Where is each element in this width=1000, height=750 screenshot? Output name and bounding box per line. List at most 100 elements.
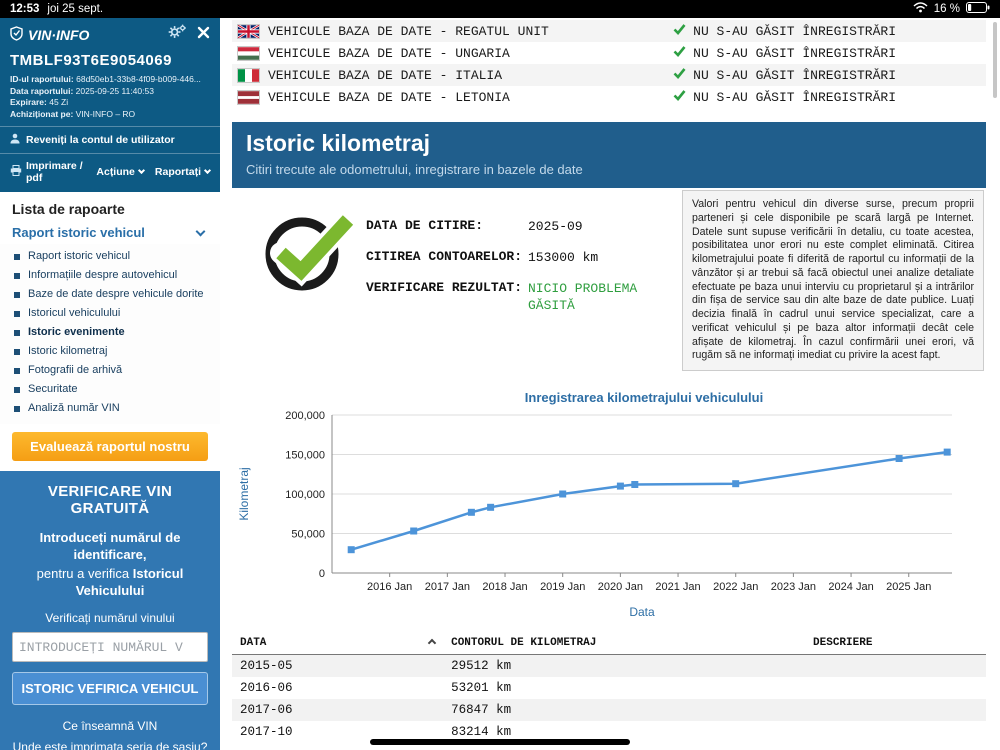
column-header-km[interactable]: CONTORUL DE KILOMETRAJ (443, 632, 806, 655)
vin-search-input[interactable] (12, 632, 208, 662)
where-is-vin-link[interactable]: Unde este imprimata seria de șasiu? (12, 740, 208, 750)
back-to-account-link[interactable]: Reveniți la contul de utilizator (10, 133, 210, 147)
screen: 12:53 joi 25 sept. 16 % VIN·INFO TMBLF93… (0, 0, 1000, 750)
nav-item-label: Fotografii de arhivă (28, 364, 123, 376)
db-check-label: VEHICULE BAZA DE DATE - UNGARIA (268, 45, 510, 61)
column-header-desc[interactable]: DESCRIERE (805, 632, 986, 655)
db-check-result: NU S-AU GĂSIT ÎNREGISTRĂRI (693, 23, 896, 39)
vin-number: TMBLF93T6E9054069 (10, 52, 172, 69)
sidebar: VIN·INFO TMBLF93T6E9054069 ID-ul raportu… (0, 18, 220, 750)
meta-value: 68d50eb1-33b8-4f09-b009-446... (76, 74, 201, 84)
report-meta-row: Expirare: 45 Zi (10, 97, 210, 109)
home-indicator[interactable] (370, 739, 630, 745)
mileage-chart: 0 50,000 100,000 150,000 200,000 2016 Jan 2017… (237, 410, 952, 619)
battery-icon (966, 2, 990, 16)
cell-desc (805, 699, 986, 721)
sidebar-nav-item[interactable]: Informațiile despre autovehicul (0, 266, 220, 285)
cell-desc (805, 677, 986, 699)
table-header-row: DATA CONTORUL DE KILOMETRAJ DESCRIERE (232, 632, 986, 655)
db-check-result: NU S-AU GĂSIT ÎNREGISTRĂRI (693, 67, 896, 83)
disclaimer-box: Valori pentru vehicul din diverse surse,… (682, 190, 984, 372)
svg-text:2020 Jan: 2020 Jan (598, 581, 643, 593)
promo-line1: Introduceți numărul de identificare, (39, 530, 181, 562)
sidebar-nav-item[interactable]: Baze de date despre vehicule dorite (0, 285, 220, 304)
scrollbar[interactable] (993, 22, 997, 98)
report-meta-row: Data raportului: 2025-09-25 11:40:53 (10, 86, 210, 98)
db-check-row: VEHICULE BAZA DE DATE - REGATUL UNIT NU … (232, 20, 986, 42)
svg-text:2024 Jan: 2024 Jan (828, 581, 873, 593)
cell-desc (805, 655, 986, 678)
db-check-label: VEHICULE BAZA DE DATE - REGATUL UNIT (268, 23, 549, 39)
bullet-icon (14, 253, 20, 260)
db-check-result: NU S-AU GĂSIT ÎNREGISTRĂRI (693, 45, 896, 61)
bullet-icon (14, 291, 20, 298)
mileage-summary: DATA DE CITIRE: 2025-09 CITIREA CONTOARE… (232, 188, 986, 386)
back-to-account-label: Reveniți la contul de utilizator (26, 134, 175, 146)
what-is-vin-link[interactable]: Ce înseamnă VIN (12, 719, 208, 733)
summary-value: 153000 km (528, 250, 599, 265)
promo-line3: Verificați numărul vinului (45, 611, 175, 625)
sidebar-nav-item[interactable]: Analiză număr VIN (0, 399, 220, 418)
db-check-result: NU S-AU GĂSIT ÎNREGISTRĂRI (693, 89, 896, 105)
section-subtitle: Citiri trecute ale odometrului, inregist… (246, 162, 583, 177)
column-header-label: DATA (240, 637, 267, 649)
chevron-down-icon (195, 226, 206, 236)
column-header-data[interactable]: DATA (232, 632, 444, 655)
divider (0, 153, 220, 154)
summary-row: VERIFICARE REZULTAT: NICIO PROBLEMA GĂSI… (366, 280, 678, 314)
svg-text:2019 Jan: 2019 Jan (540, 581, 585, 593)
table-row: 2017-06 76847 km (232, 699, 986, 721)
report-selector[interactable]: Raport istoric vehicul (12, 225, 208, 240)
check-vehicle-history-button[interactable]: ISTORIC VEFIRICA VEHICUL (12, 672, 208, 705)
brand-name: VIN·INFO (28, 26, 90, 43)
report-meta-row: Achiziționat pe: VIN-INFO – RO (10, 109, 210, 121)
meta-label: Achiziționat pe: (10, 108, 74, 119)
cell-km: 53201 km (451, 681, 512, 695)
sort-asc-icon (427, 638, 437, 648)
sidebar-header: VIN·INFO TMBLF93T6E9054069 ID-ul raportu… (0, 18, 220, 192)
brand-logo[interactable]: VIN·INFO (10, 25, 90, 44)
flag-italy-icon (237, 67, 260, 83)
sidebar-nav-item[interactable]: Raport istoric vehicul (0, 247, 220, 266)
sidebar-nav-item[interactable]: Istoric evenimente (0, 323, 220, 342)
action-label: Acțiune (96, 166, 135, 178)
sidebar-nav-item[interactable]: Securitate (0, 380, 220, 399)
shield-icon (10, 25, 23, 44)
summary-result-value: NICIO PROBLEMA GĂSITĂ (528, 281, 638, 313)
check-icon (673, 89, 686, 105)
print-pdf-label: Imprimare / pdf (26, 160, 83, 184)
table-row: 2016-06 53201 km (232, 677, 986, 699)
bullet-icon (14, 367, 20, 374)
db-check-row: VEHICULE BAZA DE DATE - UNGARIA NU S-AU … (232, 42, 986, 64)
svg-text:150,000: 150,000 (285, 450, 325, 462)
settings-gear-icon[interactable] (167, 24, 187, 45)
table-row: 2015-05 29512 km (232, 654, 986, 678)
svg-text:Kilometraj: Kilometraj (237, 467, 251, 520)
report-dropdown[interactable]: Raportați (155, 166, 212, 178)
print-pdf-button[interactable]: Imprimare / pdf (10, 160, 85, 184)
printer-icon (10, 165, 22, 179)
summary-row: DATA DE CITIRE: 2025-09 (366, 218, 678, 235)
svg-text:2022 Jan: 2022 Jan (713, 581, 758, 593)
meta-label: ID-ul raportului: (10, 74, 74, 84)
user-icon (10, 133, 20, 147)
action-dropdown[interactable]: Acțiune (96, 166, 145, 178)
bullet-icon (14, 329, 20, 336)
sidebar-nav-item[interactable]: Fotografii de arhivă (0, 361, 220, 380)
cell-date: 2017-06 (240, 703, 293, 717)
db-check-label: VEHICULE BAZA DE DATE - LETONIA (268, 89, 510, 105)
meta-value: 45 Zi (49, 97, 69, 107)
battery-percent: 16 % (933, 3, 960, 15)
svg-text:2017 Jan: 2017 Jan (425, 581, 470, 593)
summary-row: CITIREA CONTOARELOR: 153000 km (366, 249, 678, 266)
mileage-table: DATA CONTORUL DE KILOMETRAJ DESCRIERE 20… (232, 632, 986, 743)
sidebar-nav-item[interactable]: Istoric kilometraj (0, 342, 220, 361)
mileage-chart-section: Inregistrarea kilometrajului vehiculului… (232, 390, 986, 624)
big-check-icon (258, 208, 362, 297)
rate-report-button[interactable]: Evaluează raportul nostru (12, 432, 208, 461)
close-icon[interactable] (197, 26, 210, 44)
reports-panel: Lista de rapoarte Raport istoric vehicul (0, 192, 220, 244)
cell-km: 29512 km (451, 659, 512, 673)
sidebar-nav-item[interactable]: Istoricul vehiculului (0, 304, 220, 323)
status-bar: 12:53 joi 25 sept. 16 % (0, 0, 1000, 18)
